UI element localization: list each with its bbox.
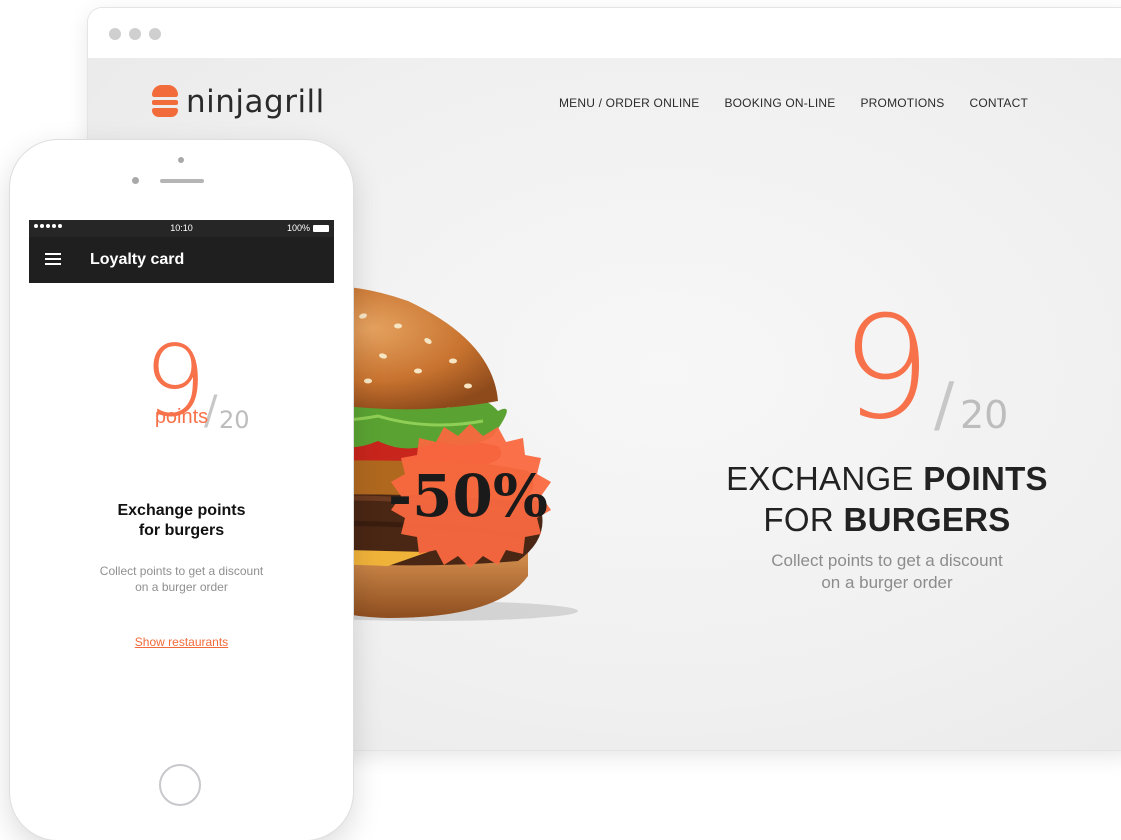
- card-title: Exchange points for burgers: [29, 501, 334, 541]
- hero-subtitle: Collect points to get a discount on a bu…: [688, 550, 1086, 594]
- hero-points-counter: 9 / 20: [688, 298, 1086, 458]
- nav-promotions[interactable]: PROMOTIONS: [860, 96, 944, 110]
- phone-screen: 10:10 100% Loyalty card 9 / 20 points Ex…: [29, 220, 334, 760]
- badge-text: -50%: [388, 462, 548, 530]
- hero-points-total: 20: [960, 393, 1009, 437]
- main-nav: MENU / ORDER ONLINE BOOKING ON-LINE PROM…: [559, 96, 1028, 110]
- logo-text: ninjagrill: [186, 84, 325, 120]
- home-button[interactable]: [159, 764, 201, 806]
- card-points-label: points: [154, 406, 209, 428]
- battery-percent: 100%: [286, 223, 310, 233]
- hero-subtitle-line1: Collect points to get a discount: [771, 551, 1003, 570]
- nav-booking-online[interactable]: BOOKING ON-LINE: [724, 96, 835, 110]
- battery-indicator: 100%: [287, 223, 329, 233]
- hero-title: EXCHANGE POINTS FOR BURGERS: [688, 458, 1086, 540]
- earpiece-speaker: [160, 179, 204, 183]
- app-bar: Loyalty card: [29, 237, 334, 283]
- app-bar-title: Loyalty card: [90, 251, 185, 268]
- card-title-line2: for burgers: [138, 522, 225, 539]
- phone-mockup: 10:10 100% Loyalty card 9 / 20 points Ex…: [10, 140, 353, 840]
- window-minimize-dot[interactable]: [129, 28, 141, 40]
- card-subtitle: Collect points to get a discount on a bu…: [29, 563, 334, 595]
- battery-icon: [313, 224, 329, 232]
- hero-section: 9 / 20 EXCHANGE POINTS FOR BURGERS Colle…: [688, 298, 1086, 594]
- hero-points-value: 9: [841, 286, 932, 451]
- show-restaurants-link[interactable]: Show restaurants: [29, 635, 334, 649]
- window-maximize-dot[interactable]: [149, 28, 161, 40]
- front-camera: [178, 157, 184, 163]
- window-close-dot[interactable]: [109, 28, 121, 40]
- menu-icon[interactable]: [45, 253, 61, 265]
- card-subtitle-line1: Collect points to get a discount: [99, 564, 264, 578]
- browser-titlebar: [88, 8, 1121, 58]
- proximity-sensor: [132, 177, 139, 184]
- hero-title-part2: POINTS: [923, 460, 1048, 497]
- hero-points-slash: /: [934, 370, 955, 440]
- hero-title-part3: FOR: [763, 501, 844, 538]
- hero-title-part1: EXCHANGE: [726, 460, 924, 497]
- hero-subtitle-line2: on a burger order: [821, 573, 953, 592]
- site-logo[interactable]: ninjagrill: [152, 84, 325, 120]
- card-title-line1: Exchange points: [117, 502, 246, 519]
- card-subtitle-line2: on a burger order: [135, 580, 228, 594]
- status-bar: 10:10 100%: [29, 220, 334, 237]
- burger-logo-icon: [152, 85, 180, 119]
- loyalty-card: 9 / 20 points Exchange points for burger…: [29, 283, 334, 760]
- nav-menu-order-online[interactable]: MENU / ORDER ONLINE: [559, 96, 699, 110]
- hero-title-part4: BURGERS: [843, 501, 1011, 538]
- nav-contact[interactable]: CONTACT: [969, 96, 1028, 110]
